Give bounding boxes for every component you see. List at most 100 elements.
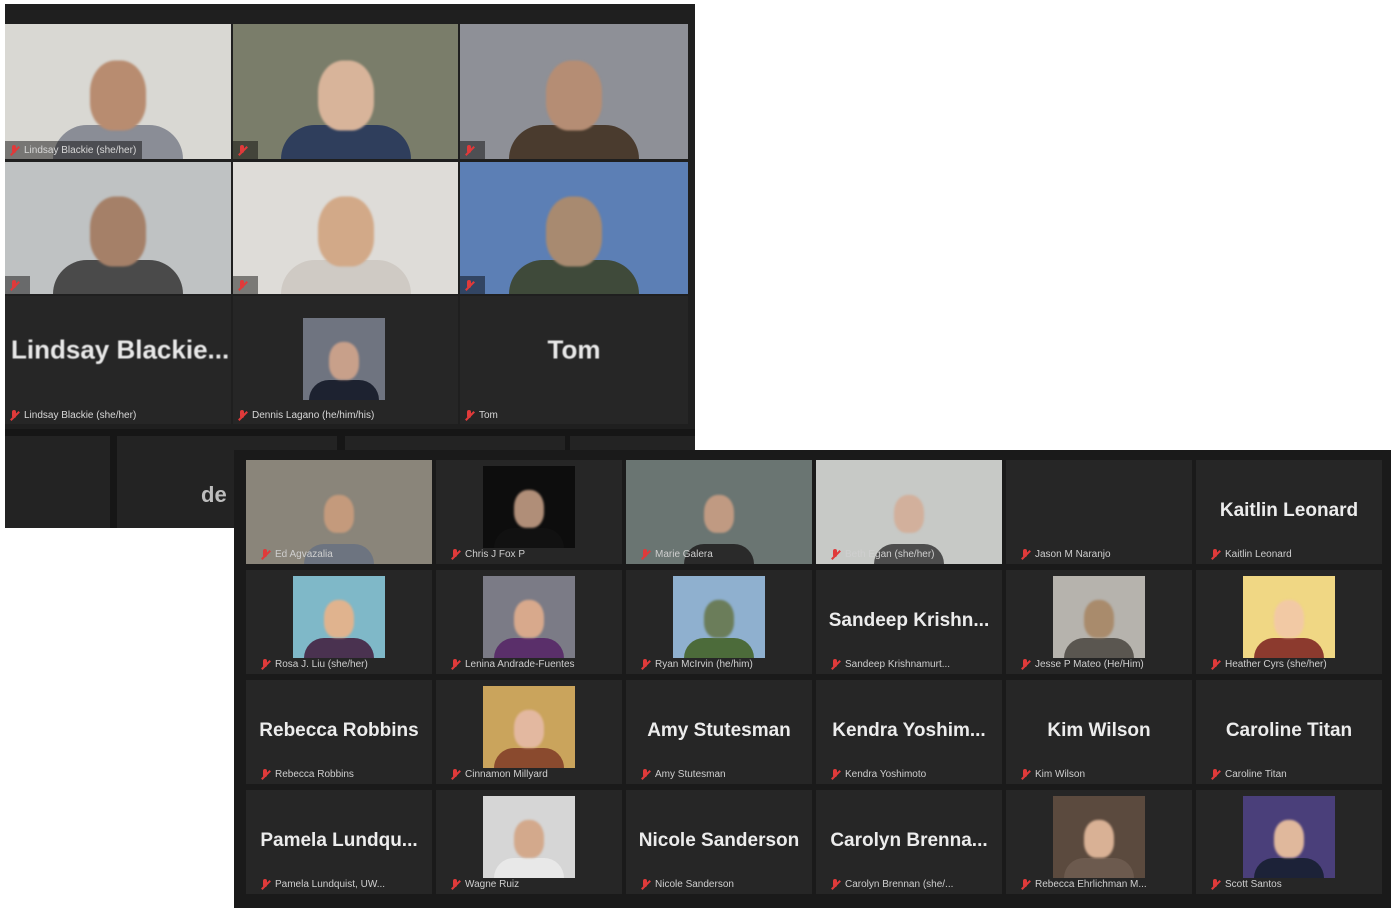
participant-tile[interactable]: Jason M Naranjo (1006, 460, 1192, 564)
name-tile[interactable]: Lindsay Blackie... Lindsay Blackie (she/h… (5, 296, 231, 424)
name-tile[interactable]: Tom Tom (460, 296, 688, 424)
muted-mic-icon (450, 878, 460, 890)
participant-name-label: Caroline Titan (1206, 766, 1293, 782)
participant-shoulders (1254, 858, 1324, 878)
participant-tile[interactable]: Beth Egan (she/her) (816, 460, 1002, 564)
video-tile[interactable] (5, 162, 231, 294)
participant-tile[interactable]: Ryan McIrvin (he/him) (626, 570, 812, 674)
participant-photo (483, 466, 575, 548)
video-tile[interactable] (233, 162, 458, 294)
participant-video (5, 162, 231, 294)
participant-name-label: Carolyn Brennan (she/... (826, 876, 959, 892)
participant-tile[interactable]: Jesse P Mateo (He/Him) (1006, 570, 1192, 674)
participant-name-label: Lindsay Blackie (she/her) (5, 141, 143, 159)
participant-tile[interactable]: Kaitlin Leonard Kaitlin Leonard (1196, 460, 1382, 564)
participant-tile[interactable]: Amy Stutesman Amy Stutesman (626, 680, 812, 784)
participant-face (704, 599, 734, 638)
participant-tile[interactable]: Lenina Andrade-Fuentes (436, 570, 622, 674)
participant-name-label: Scott Santos (1206, 876, 1288, 892)
muted-mic-icon (464, 409, 474, 421)
participant-name-label: Rebecca Ehrlichman M... (1016, 876, 1153, 892)
participant-photo (483, 576, 575, 658)
participant-face (90, 196, 146, 267)
participant-tile[interactable]: Sandeep Krishn... Sandeep Krishnamurt... (816, 570, 1002, 674)
participant-shoulders (684, 638, 754, 658)
participant-tile[interactable]: Rebecca Robbins Rebecca Robbins (246, 680, 432, 784)
participant-name-label: Amy Stutesman (636, 766, 732, 782)
participant-name: Dennis Lagano (he/him/his) (252, 409, 375, 421)
participant-display-name: Tom (547, 334, 601, 365)
muted-mic-icon (237, 144, 247, 156)
participant-shoulders (1254, 638, 1324, 658)
participant-tile[interactable]: Marie Galera (626, 460, 812, 564)
participant-name-label (5, 276, 30, 294)
muted-mic-icon (640, 768, 650, 780)
participant-name-label: Nicole Sanderson (636, 876, 740, 892)
participant-tile[interactable]: Ed Agvazalia (246, 460, 432, 564)
participant-name: Nicole Sanderson (655, 878, 734, 890)
video-tile[interactable] (460, 24, 688, 159)
participant-face (514, 599, 544, 638)
participant-name-label: Rosa J. Liu (she/her) (256, 656, 374, 672)
participant-name-label: Kendra Yoshimoto (826, 766, 932, 782)
participant-shoulders (494, 528, 564, 548)
video-tile[interactable] (460, 162, 688, 294)
participant-name: Caroline Titan (1225, 768, 1287, 780)
participant-tile[interactable]: Cinnamon Millyard (436, 680, 622, 784)
participant-tile[interactable]: Kendra Yoshim... Kendra Yoshimoto (816, 680, 1002, 784)
muted-mic-icon (464, 144, 474, 156)
participant-name: Chris J Fox P (465, 548, 526, 560)
participant-name-label: Pamela Lundquist, UW... (256, 876, 391, 892)
participant-name-label: Lenina Andrade-Fuentes (446, 656, 581, 672)
participant-tile[interactable]: Rebecca Ehrlichman M... (1006, 790, 1192, 894)
participant-name-label: Jason M Naranjo (1016, 546, 1117, 562)
participant-tile[interactable]: Heather Cyrs (she/her) (1196, 570, 1382, 674)
muted-mic-icon (237, 409, 247, 421)
participant-face (1274, 599, 1304, 638)
participant-video (460, 24, 688, 159)
participant-display-name: Kendra Yoshim... (832, 720, 986, 741)
video-tile[interactable] (233, 24, 458, 159)
participant-tile[interactable]: Nicole Sanderson Nicole Sanderson (626, 790, 812, 894)
participant-shoulders (1064, 858, 1134, 878)
muted-mic-icon (640, 548, 650, 560)
participant-face (546, 196, 602, 267)
participant-tile[interactable]: Rosa J. Liu (she/her) (246, 570, 432, 674)
meeting-window-bottom: Ed Agvazalia Chris J Fox P Marie Galera Bet… (234, 450, 1391, 908)
participant-name-label: Heather Cyrs (she/her) (1206, 656, 1333, 672)
participant-video (233, 24, 458, 159)
participant-name: Scott Santos (1225, 878, 1282, 890)
participant-display-name: Rebecca Robbins (259, 720, 419, 741)
participant-face (1084, 599, 1114, 638)
participant-display-name: Pamela Lundqu... (260, 830, 418, 851)
participant-display-name: Kaitlin Leonard (1219, 500, 1359, 521)
participant-tile[interactable]: Scott Santos (1196, 790, 1382, 894)
participant-display-name: Sandeep Krishn... (828, 610, 990, 631)
name-tile[interactable]: Dennis Lagano (he/him/his) (233, 296, 458, 424)
participant-name: Carolyn Brennan (she/... (845, 878, 954, 890)
participant-tile[interactable]: Pamela Lundqu... Pamela Lundquist, UW... (246, 790, 432, 894)
participant-tile[interactable]: Carolyn Brenna... Carolyn Brennan (she/..… (816, 790, 1002, 894)
participant-face (1084, 819, 1114, 858)
participant-tile[interactable]: Wagne Ruiz (436, 790, 622, 894)
participant-face (324, 494, 354, 533)
muted-mic-icon (450, 768, 460, 780)
muted-mic-icon (640, 658, 650, 670)
participant-photo (1053, 796, 1145, 878)
video-tile[interactable]: Lindsay Blackie (she/her) (5, 24, 231, 159)
participant-display-name: Kim Wilson (1047, 720, 1151, 741)
participant-video (460, 162, 688, 294)
participant-shoulders (509, 125, 639, 159)
participant-name: Amy Stutesman (655, 768, 726, 780)
participant-name: Heather Cyrs (she/her) (1225, 658, 1327, 670)
muted-mic-icon (260, 878, 270, 890)
muted-mic-icon (450, 658, 460, 670)
participant-name: Ed Agvazalia (275, 548, 333, 560)
muted-mic-icon (9, 409, 19, 421)
participant-name: Ryan McIrvin (he/him) (655, 658, 753, 670)
participant-tile[interactable]: Kim Wilson Kim Wilson (1006, 680, 1192, 784)
participant-name: Wagne Ruiz (465, 878, 520, 890)
participant-tile[interactable]: Chris J Fox P (436, 460, 622, 564)
participant-video (233, 162, 458, 294)
participant-tile[interactable]: Caroline Titan Caroline Titan (1196, 680, 1382, 784)
